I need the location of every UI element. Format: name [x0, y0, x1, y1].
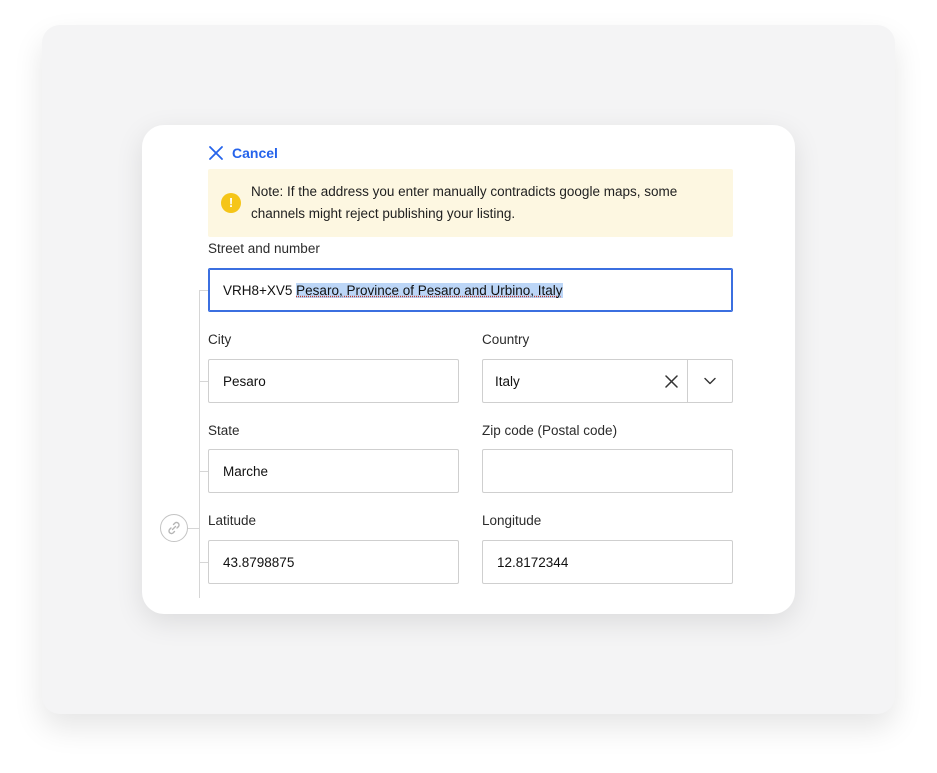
city-input[interactable]: Pesaro: [208, 359, 459, 403]
connector-tick-city-overlay: [199, 381, 208, 382]
state-input[interactable]: Marche: [208, 449, 459, 493]
zip-input[interactable]: [482, 449, 733, 493]
latitude-input[interactable]: 43.8798875: [208, 540, 459, 584]
link-icon: [168, 521, 180, 535]
chevron-down-icon: [704, 377, 716, 385]
clear-icon: [664, 374, 678, 388]
longitude-input[interactable]: 12.8172344: [482, 540, 733, 584]
address-notice: ! Note: If the address you enter manuall…: [208, 169, 733, 237]
connector-line-overlay: [199, 290, 200, 598]
link-coordinates-button[interactable]: [160, 514, 188, 542]
longitude-value: 12.8172344: [497, 554, 569, 570]
street-value-selected: Pesaro, Province of Pesaro and Urbino, I…: [296, 282, 563, 298]
city-value: Pesaro: [223, 373, 266, 389]
street-input[interactable]: VRH8+XV5 Pesaro, Province of Pesaro and …: [208, 268, 733, 312]
street-value-plain: VRH8+XV5: [223, 282, 297, 298]
connector-tick-street-overlay: [199, 290, 208, 291]
connector-tick-state-overlay: [199, 471, 208, 472]
notice-text: Note: If the address you enter manually …: [251, 184, 678, 221]
state-label: State: [208, 423, 240, 438]
close-icon: [209, 146, 223, 160]
connector-tick-link-overlay: [188, 528, 199, 529]
city-label: City: [208, 332, 232, 347]
country-dropdown-toggle[interactable]: [687, 360, 732, 402]
longitude-label: Longitude: [482, 513, 542, 528]
address-form-card: Cancel ! Note: If the address you enter …: [142, 125, 795, 614]
country-clear-button[interactable]: [655, 360, 687, 402]
latitude-label: Latitude: [208, 513, 257, 528]
country-label: Country: [482, 332, 530, 347]
zip-label: Zip code (Postal code): [482, 423, 618, 438]
country-select[interactable]: Italy: [482, 359, 733, 403]
latitude-value: 43.8798875: [223, 554, 295, 570]
street-label: Street and number: [208, 241, 320, 256]
connector-tick-lat-overlay: [199, 562, 208, 563]
cancel-button[interactable]: Cancel: [208, 143, 278, 163]
country-value: Italy: [495, 373, 520, 389]
exclamation-icon: !: [221, 193, 241, 213]
state-value: Marche: [223, 463, 269, 479]
cancel-label: Cancel: [232, 145, 278, 161]
